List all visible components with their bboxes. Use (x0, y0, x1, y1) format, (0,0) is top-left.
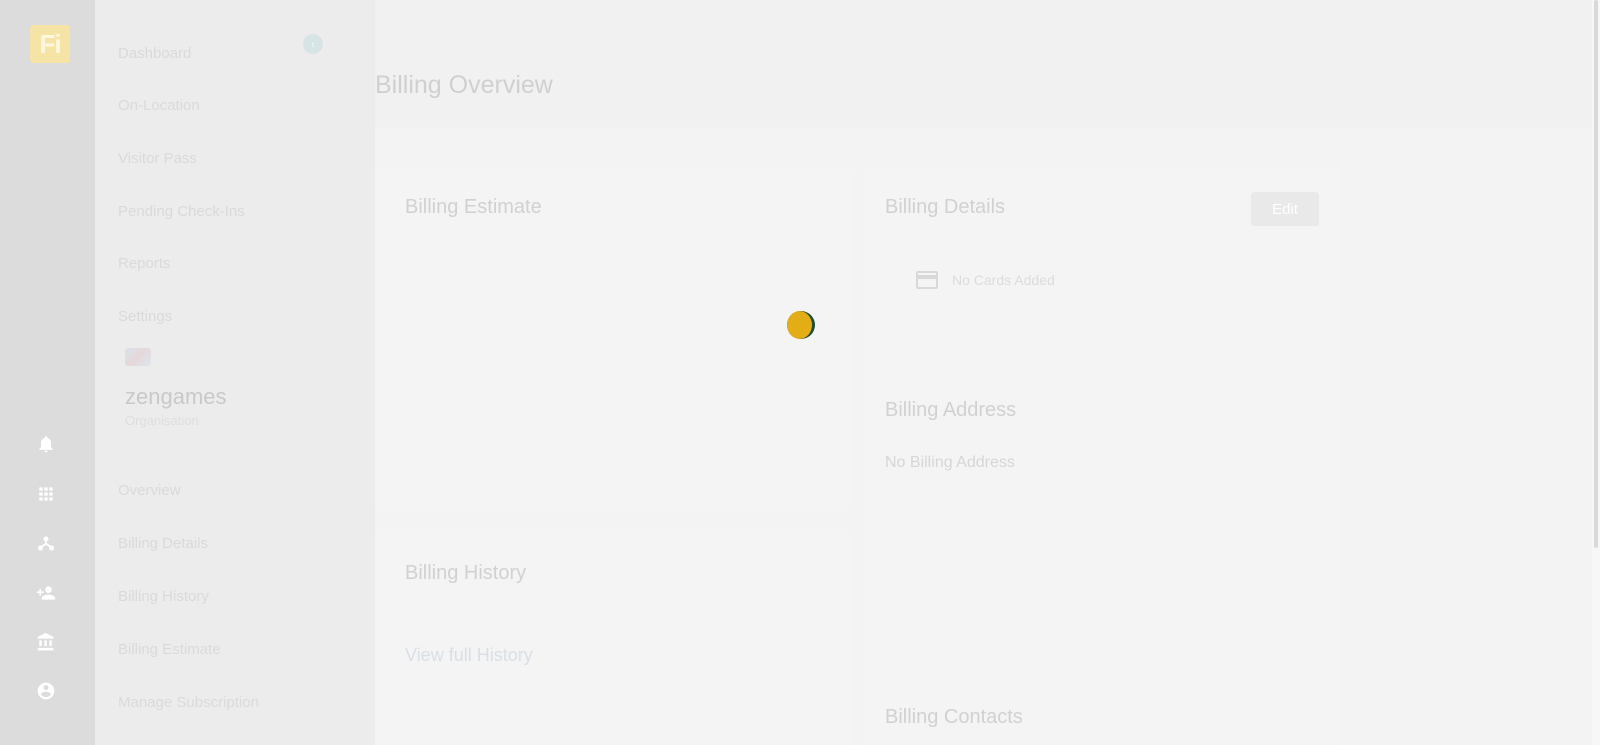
bank-icon[interactable] (34, 630, 58, 654)
billing-estimate-title: Billing Estimate (405, 196, 542, 218)
billing-history-title: Billing History (405, 562, 527, 584)
billing-details-title: Billing Details (885, 196, 1006, 218)
nav-item-billing-details[interactable]: Billing Details (118, 535, 208, 552)
organization-type: Organisation (125, 413, 199, 428)
billing-history-card: Billing History View full History (375, 535, 850, 745)
credit-card-icon (916, 271, 938, 289)
hierarchy-icon[interactable] (34, 532, 58, 556)
chevron-left-icon: ‹ (311, 37, 315, 51)
nav-item-manage-subscription[interactable]: Manage Subscription (118, 694, 259, 711)
bell-icon[interactable] (34, 432, 58, 456)
billing-contacts-title: Billing Contacts (885, 706, 1023, 728)
nav-item-reports[interactable]: Reports (118, 255, 171, 272)
nav-item-visitor-pass[interactable]: Visitor Pass (118, 150, 197, 167)
billing-details-card: Billing Details Billing Address No Billi… (865, 170, 1340, 745)
scrollbar-thumb[interactable] (1594, 0, 1598, 548)
nav-item-on-location[interactable]: On-Location (118, 97, 200, 114)
nav-item-settings[interactable]: Settings (118, 308, 172, 325)
apps-grid-icon[interactable] (34, 482, 58, 506)
nav-item-overview[interactable]: Overview (118, 482, 181, 499)
add-user-icon[interactable] (34, 581, 58, 605)
nav-item-dashboard[interactable]: Dashboard (118, 45, 191, 62)
app-logo[interactable]: Fi (30, 25, 70, 63)
organization-name: zengames (125, 384, 227, 409)
nav-panel: Dashboard On-Location Visitor Pass Pendi… (95, 0, 375, 745)
organization-avatar (125, 348, 151, 366)
no-billing-address-text: No Billing Address (885, 454, 1015, 471)
nav-item-billing-history[interactable]: Billing History (118, 588, 209, 605)
main-content: Billing Overview Billing Estimate Billin… (375, 0, 1592, 745)
view-full-history-link[interactable]: View full History (405, 645, 533, 666)
billing-estimate-card: Billing Estimate (375, 170, 850, 505)
collapse-nav-button[interactable]: ‹ (303, 34, 323, 54)
account-icon[interactable] (34, 679, 58, 703)
nav-item-billing-estimate[interactable]: Billing Estimate (118, 641, 221, 658)
billing-address-title: Billing Address (885, 399, 1017, 421)
page-title: Billing Overview (375, 71, 553, 99)
icon-rail: Fi (0, 0, 95, 745)
no-cards-text: No Cards Added (952, 272, 1055, 288)
nav-item-pending-check-ins[interactable]: Pending Check-Ins (118, 203, 245, 220)
edit-billing-details-button[interactable]: Edit (1251, 192, 1319, 226)
loading-spinner-fill (787, 311, 812, 339)
